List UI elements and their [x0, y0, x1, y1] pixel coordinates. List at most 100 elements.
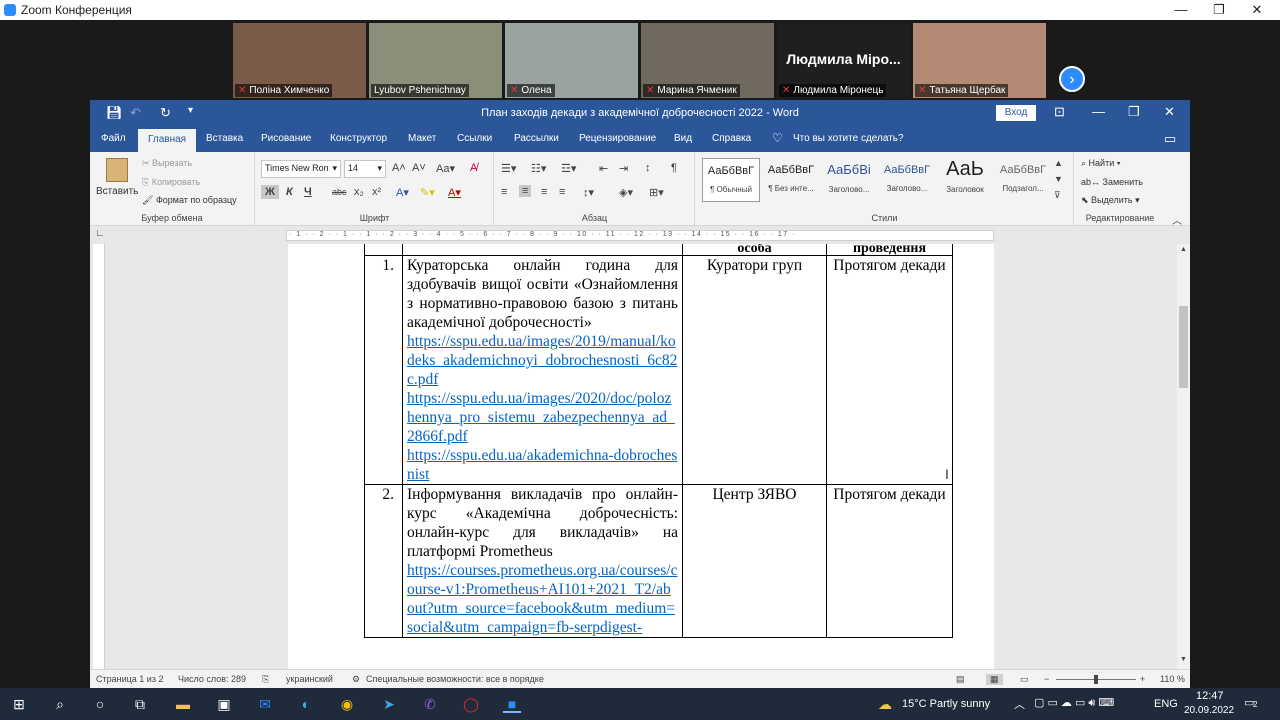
- tell-me-search[interactable]: Что вы хотите сделать?: [793, 133, 904, 144]
- hyperlink[interactable]: https://sspu.edu.ua/images/2019/manual/k…: [407, 332, 678, 389]
- comments-icon[interactable]: ▭: [1164, 131, 1176, 147]
- superscript-icon[interactable]: x²: [372, 186, 381, 198]
- justify-icon[interactable]: ≡: [559, 186, 565, 198]
- tab-help[interactable]: Справка: [712, 133, 751, 144]
- ribbon-display-icon[interactable]: ⊡: [1054, 104, 1065, 120]
- font-size-select[interactable]: 14 ▾: [344, 160, 386, 178]
- hyperlink[interactable]: https://sspu.edu.ua/akademichna-dobroche…: [407, 446, 678, 484]
- accessibility-status[interactable]: Специальные возможности: все в порядке: [366, 674, 544, 684]
- underline-button[interactable]: Ч: [304, 186, 312, 198]
- style-heading-1[interactable]: АаБбВі Заголово...: [820, 158, 878, 202]
- styles-more-icon[interactable]: ⊽: [1054, 190, 1061, 201]
- document-page[interactable]: особа проведення 1. Кураторська онлайн г…: [288, 244, 994, 669]
- change-case-icon[interactable]: Aa▾: [436, 162, 455, 175]
- windows-start-icon[interactable]: ⊞: [10, 695, 28, 713]
- styles-scroll-up-icon[interactable]: ▲: [1054, 158, 1063, 168]
- font-name-select[interactable]: Times New Ron ▾: [261, 160, 341, 178]
- replace-button[interactable]: ab↔ Заменить: [1081, 177, 1143, 187]
- text-effects-icon[interactable]: A▾: [396, 186, 409, 199]
- tab-layout[interactable]: Макет: [408, 133, 436, 144]
- zoom-in-icon[interactable]: +: [1140, 674, 1145, 684]
- subscript-icon[interactable]: x₂: [354, 186, 364, 198]
- scroll-up-icon[interactable]: ▲: [1180, 246, 1187, 253]
- next-participants-button[interactable]: ›: [1059, 66, 1085, 92]
- styles-scroll-down-icon[interactable]: ▼: [1054, 174, 1063, 184]
- show-hidden-icons[interactable]: ︿: [1014, 696, 1025, 712]
- word-count[interactable]: Число слов: 289: [178, 674, 246, 684]
- zoom-slider-handle[interactable]: [1094, 675, 1098, 684]
- highlight-icon[interactable]: ✎▾: [420, 186, 435, 199]
- opera-icon[interactable]: ◯: [462, 695, 480, 713]
- proofing-icon[interactable]: ⎘: [262, 674, 269, 685]
- paste-button[interactable]: Вставить: [96, 186, 138, 197]
- store-icon[interactable]: ▣: [215, 695, 233, 713]
- shrink-font-icon[interactable]: A˅: [412, 162, 426, 174]
- align-center-icon[interactable]: ≡: [519, 185, 532, 197]
- style-heading-2[interactable]: АаБбВвГ Заголово...: [878, 158, 936, 202]
- tab-draw[interactable]: Рисование: [261, 133, 311, 144]
- strikethrough-button[interactable]: abc: [332, 187, 347, 197]
- zoom-out-icon[interactable]: −: [1044, 674, 1049, 684]
- mail-icon[interactable]: ✉: [256, 695, 274, 713]
- page-count[interactable]: Страница 1 из 2: [96, 674, 163, 684]
- viber-icon[interactable]: ✆: [421, 695, 439, 713]
- tab-insert[interactable]: Вставка: [206, 133, 243, 144]
- task-view-icon[interactable]: ⧉: [131, 695, 149, 713]
- minimize-icon[interactable]: —: [1092, 104, 1105, 119]
- hyperlink[interactable]: https://courses.prometheus.org.ua/course…: [407, 561, 678, 637]
- borders-icon[interactable]: ⊞▾: [649, 186, 664, 199]
- vertical-scrollbar[interactable]: ▲ ▼: [1177, 244, 1190, 669]
- participant-tile[interactable]: Людмила Міро... ✕ Людмила Міронець: [777, 23, 910, 98]
- sort-icon[interactable]: ↕: [645, 162, 651, 174]
- decrease-indent-icon[interactable]: ⇤: [599, 162, 608, 175]
- signin-button[interactable]: Вход: [996, 105, 1036, 121]
- minimize-icon[interactable]: —: [1164, 0, 1198, 20]
- weather-text[interactable]: 15°C Partly sunny: [902, 698, 990, 710]
- scrollbar-thumb[interactable]: [1179, 306, 1188, 388]
- tab-review[interactable]: Рецензирование: [579, 133, 656, 144]
- cut-button[interactable]: ✂ Вырезать: [142, 158, 192, 169]
- close-icon[interactable]: ✕: [1164, 104, 1175, 120]
- language-indicator[interactable]: ENG: [1154, 698, 1178, 710]
- edge-icon[interactable]: ◐: [297, 695, 315, 713]
- clock-time[interactable]: 12:47: [1196, 690, 1224, 702]
- scroll-down-icon[interactable]: ▼: [1180, 656, 1187, 663]
- italic-button[interactable]: К: [286, 186, 293, 198]
- telegram-icon[interactable]: ➤: [380, 695, 398, 713]
- restore-icon[interactable]: ❐: [1128, 104, 1140, 120]
- style-no-spacing[interactable]: АаБбВвГ ¶ Без инте...: [762, 158, 820, 202]
- web-layout-icon[interactable]: ▭: [1020, 674, 1029, 685]
- align-left-icon[interactable]: ≡: [501, 186, 507, 198]
- tray-icons[interactable]: ▢ ▭ ☁ ▭ 🔊︎ ⌨: [1034, 696, 1114, 710]
- tab-file[interactable]: Файл: [101, 133, 126, 144]
- multilevel-list-icon[interactable]: ☲▾: [561, 162, 576, 175]
- pilcrow-icon[interactable]: ¶: [671, 162, 677, 174]
- style-title[interactable]: АаЬ Заголовок: [936, 158, 994, 202]
- cortana-icon[interactable]: ○: [91, 695, 109, 713]
- style-normal[interactable]: АаБбВвГ ¶ Обычный: [702, 158, 760, 202]
- align-right-icon[interactable]: ≡: [541, 186, 547, 198]
- participant-tile[interactable]: ✕ Олена: [505, 23, 638, 98]
- grow-font-icon[interactable]: A˄: [392, 162, 406, 174]
- tab-selector-icon[interactable]: ∟: [95, 228, 105, 239]
- search-icon[interactable]: ⌕: [51, 695, 69, 713]
- file-explorer-icon[interactable]: ▬: [174, 695, 192, 713]
- participant-tile[interactable]: ✕ Поліна Химченко: [233, 23, 366, 98]
- select-button[interactable]: ⬉ Выделить ▾: [1081, 195, 1140, 206]
- bullets-icon[interactable]: ☰▾: [501, 162, 516, 175]
- print-layout-icon[interactable]: ▦: [986, 674, 1003, 685]
- tab-home[interactable]: Главная: [138, 129, 197, 152]
- close-icon[interactable]: ✕: [1240, 0, 1274, 20]
- line-spacing-icon[interactable]: ↕▾: [583, 186, 594, 199]
- increase-indent-icon[interactable]: ⇥: [619, 162, 628, 175]
- bold-button[interactable]: Ж: [261, 185, 279, 199]
- collapse-ribbon-icon[interactable]: ︿: [1172, 212, 1182, 227]
- style-subtitle[interactable]: АаБбВвГ Подзагол...: [994, 158, 1052, 202]
- hyperlink[interactable]: https://sspu.edu.ua/images/2020/doc/polo…: [407, 389, 678, 446]
- tab-mailings[interactable]: Рассылки: [514, 133, 559, 144]
- weather-icon[interactable]: ☁: [876, 695, 894, 713]
- participant-tile[interactable]: ✕ Татьяна Щербак: [913, 23, 1046, 98]
- language-indicator[interactable]: украинский: [286, 674, 333, 684]
- tab-references[interactable]: Ссылки: [457, 133, 492, 144]
- tab-design[interactable]: Конструктор: [330, 133, 387, 144]
